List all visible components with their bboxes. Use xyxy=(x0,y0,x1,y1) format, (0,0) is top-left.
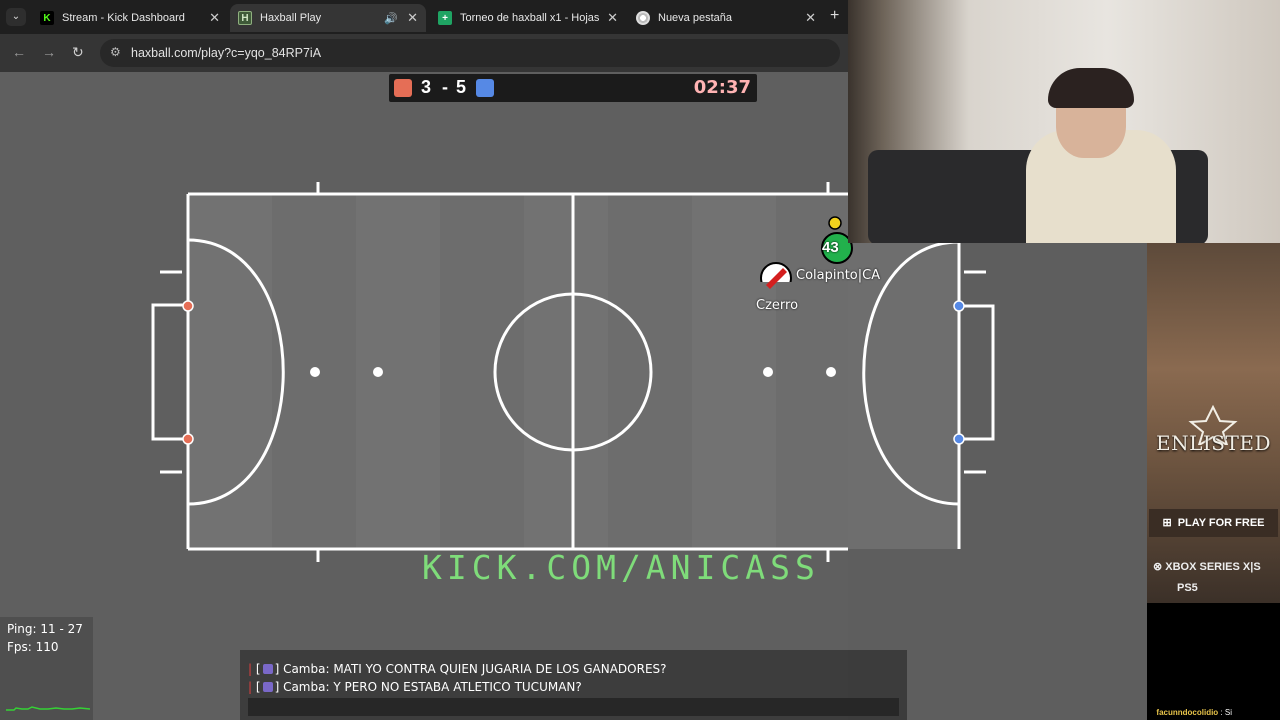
forward-icon[interactable]: → xyxy=(42,44,56,60)
new-tab-button[interactable]: + xyxy=(830,7,839,25)
player-number: 43 xyxy=(822,239,839,256)
play-for-free-button[interactable]: ⊞ PLAY FOR FREE xyxy=(1149,509,1278,537)
advertisement[interactable]: ENLISTED ⊞ PLAY FOR FREE ⊗ XBOX SERIES X|… xyxy=(1147,243,1280,603)
tab-title: Nueva pestaña xyxy=(658,12,732,24)
fps-graph xyxy=(6,706,90,711)
xbox-label: ⊗ XBOX SERIES X|S xyxy=(1153,561,1261,573)
fps-text: Fps: 110 xyxy=(7,640,59,654)
chat-message: | [] Camba: MATI YO CONTRA QUIEN JUGARIA… xyxy=(248,662,667,676)
sheets-icon: + xyxy=(438,11,452,25)
site-info-icon[interactable]: ⚙ xyxy=(110,45,121,59)
close-icon[interactable]: ✕ xyxy=(805,10,816,26)
kick-icon: K xyxy=(40,11,54,25)
stream-chat-message: facunndocolidio : Si xyxy=(1156,708,1232,717)
ball xyxy=(828,216,842,230)
scoreboard: 3 - 5 02:37 xyxy=(389,74,757,102)
player-name-czerro: Czerro xyxy=(756,298,799,313)
stats-panel: Ping: 11 - 27 Fps: 110 xyxy=(0,617,93,720)
tab-strip: ⌄ K Stream - Kick Dashboard ✕ H Haxball … xyxy=(0,0,850,34)
ps5-label: PS5 xyxy=(1177,582,1198,594)
haxball-icon: H xyxy=(238,11,252,25)
goal-post xyxy=(182,433,194,445)
webcam-feed xyxy=(848,0,1280,243)
game-field-right xyxy=(848,194,995,549)
tab-title: Stream - Kick Dashboard xyxy=(62,12,185,24)
address-bar[interactable]: ⚙ haxball.com/play?c=yqo_84RP7iA xyxy=(100,39,840,67)
blue-team-icon xyxy=(476,79,494,97)
goal-post xyxy=(182,300,194,312)
chat-message: | [] Camba: Y PERO NO ESTABA ATLETICO TU… xyxy=(248,680,582,694)
tab-search-button[interactable]: ⌄ xyxy=(6,8,26,26)
score-separator: - xyxy=(442,77,449,97)
player-name-colapinto: Colapinto|CA xyxy=(796,268,881,283)
speaker-icon[interactable]: 🔊 xyxy=(384,12,398,25)
chrome-icon xyxy=(636,11,650,25)
game-chat: | [] Camba: MATI YO CONTRA QUIEN JUGARIA… xyxy=(240,650,907,720)
user-icon xyxy=(262,682,273,692)
czerro-kit-icon xyxy=(766,268,787,289)
stream-overlay-text: KICK.COM/ANICASS xyxy=(422,548,820,587)
close-icon[interactable]: ✕ xyxy=(209,10,220,26)
tab-haxball-play[interactable]: H Haxball Play 🔊 ✕ xyxy=(230,4,426,32)
ad-brand: ENLISTED xyxy=(1156,431,1271,455)
game-field[interactable] xyxy=(0,72,848,720)
tab-sheets[interactable]: + Torneo de haxball x1 - Hojas de ✕ xyxy=(430,4,626,32)
tab-new-tab[interactable]: Nueva pestaña ✕ xyxy=(628,4,824,32)
close-icon[interactable]: ✕ xyxy=(407,10,418,26)
match-timer: 02:37 xyxy=(693,77,751,98)
blue-score: 5 xyxy=(456,77,468,97)
back-icon[interactable]: ← xyxy=(12,44,26,60)
tab-kick-dashboard[interactable]: K Stream - Kick Dashboard ✕ xyxy=(32,4,228,32)
ping-text: Ping: 11 - 27 xyxy=(7,622,83,636)
user-icon xyxy=(262,664,273,674)
reload-icon[interactable]: ↻ xyxy=(72,44,84,61)
tab-title: Torneo de haxball x1 - Hojas de xyxy=(460,12,600,24)
red-team-icon xyxy=(394,79,412,97)
red-score: 3 xyxy=(421,77,433,97)
windows-icon: ⊞ xyxy=(1162,517,1172,529)
screen: ⌄ K Stream - Kick Dashboard ✕ H Haxball … xyxy=(0,0,1280,720)
close-icon[interactable]: ✕ xyxy=(607,10,618,26)
tab-title: Haxball Play xyxy=(260,12,322,24)
stream-chat-overlay: facunndocolidio : Si xyxy=(1147,603,1280,720)
chat-input[interactable] xyxy=(248,698,899,716)
url-text: haxball.com/play?c=yqo_84RP7iA xyxy=(131,46,322,60)
